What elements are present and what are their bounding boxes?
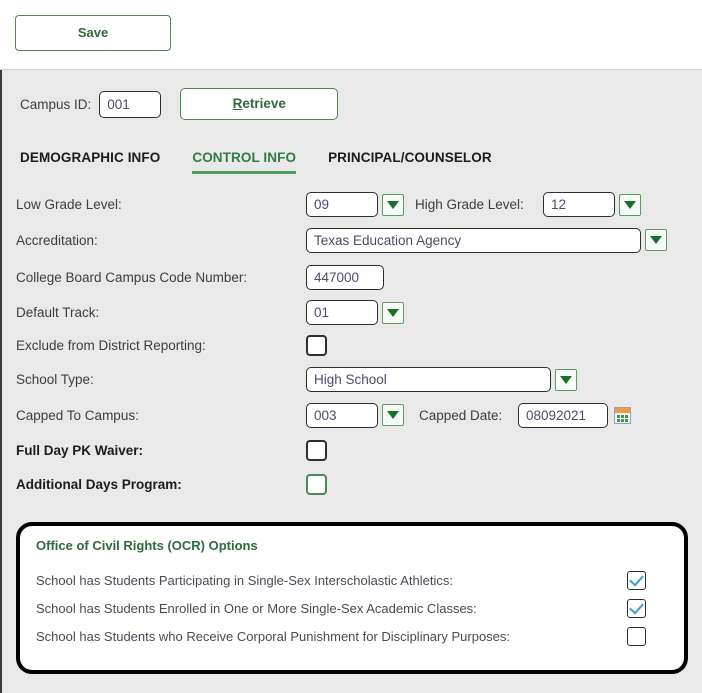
accreditation-dropdown-icon[interactable]	[645, 229, 667, 251]
exclude-district-reporting-row: Exclude from District Reporting:	[2, 329, 702, 362]
ocr-corporal-punishment-checkbox[interactable]	[627, 627, 646, 646]
retrieve-accel-letter: R	[232, 96, 243, 111]
capped-date-field	[518, 402, 631, 428]
campus-control-info-page: Save Campus ID: Retrieve DEMOGRAPHIC INF…	[0, 0, 702, 693]
tab-bar: DEMOGRAPHIC INFO CONTROL INFO PRINCIPAL/…	[20, 150, 524, 174]
high-grade-level-dropdown-icon[interactable]	[619, 193, 641, 216]
ocr-options-box: Office of Civil Rights (OCR) Options Sch…	[16, 522, 688, 674]
retrieve-label-rest: etrieve	[242, 96, 286, 111]
calendar-icon-header	[615, 407, 630, 413]
default-track-label: Default Track:	[16, 305, 100, 320]
exclude-district-reporting-field	[306, 335, 327, 356]
exclude-district-reporting-label: Exclude from District Reporting:	[16, 338, 206, 353]
college-board-field	[306, 265, 384, 290]
school-type-row: School Type:	[2, 362, 702, 397]
grade-level-row: Low Grade Level: High Grade Level:	[2, 188, 702, 221]
chevron-down-icon	[650, 236, 662, 244]
default-track-row: Default Track:	[2, 296, 702, 329]
tab-principal-counselor[interactable]: PRINCIPAL/COUNSELOR	[328, 150, 492, 174]
ocr-options-title: Office of Civil Rights (OCR) Options	[36, 538, 258, 553]
accreditation-row: Accreditation:	[2, 221, 702, 259]
campus-id-input[interactable]	[99, 90, 162, 118]
capped-to-campus-row: Capped To Campus: Capped Date:	[2, 397, 702, 433]
ocr-corporal-punishment-label: School has Students who Receive Corporal…	[36, 629, 511, 644]
main-panel: Campus ID: Retrieve DEMOGRAPHIC INFO CON…	[0, 70, 702, 693]
additional-days-program-checkbox[interactable]	[306, 473, 327, 495]
capped-to-campus-dropdown-icon[interactable]	[382, 404, 404, 426]
additional-days-program-field	[306, 473, 327, 495]
capped-date-label: Capped Date:	[419, 407, 503, 423]
school-type-dropdown-icon[interactable]	[555, 368, 577, 391]
calendar-icon-body	[616, 413, 629, 422]
campus-id-label: Campus ID:	[20, 96, 92, 112]
ocr-athletics-checkbox[interactable]	[627, 571, 646, 590]
full-day-pk-waiver-checkbox[interactable]	[306, 439, 327, 461]
accreditation-field	[306, 227, 667, 253]
additional-days-program-row: Additional Days Program:	[2, 467, 702, 501]
campus-id-row: Campus ID: Retrieve	[20, 88, 339, 120]
accreditation-input[interactable]	[306, 227, 641, 253]
capped-to-campus-field	[306, 402, 404, 428]
school-type-label: School Type:	[16, 372, 94, 387]
calendar-icon[interactable]	[614, 406, 631, 424]
chevron-down-icon	[387, 308, 399, 317]
ocr-row-athletics: School has Students Participating in Sin…	[36, 568, 646, 593]
school-type-input[interactable]	[306, 367, 551, 392]
low-grade-level-label: Low Grade Level:	[16, 197, 122, 212]
full-day-pk-waiver-row: Full Day PK Waiver:	[2, 433, 702, 467]
additional-days-program-label: Additional Days Program:	[16, 476, 182, 492]
exclude-district-reporting-checkbox[interactable]	[306, 335, 327, 356]
tab-control-info[interactable]: CONTROL INFO	[192, 150, 297, 174]
high-grade-level-field	[543, 192, 641, 217]
ocr-row-corporal-punishment: School has Students who Receive Corporal…	[36, 624, 646, 649]
chevron-down-icon	[387, 411, 399, 419]
capped-to-campus-input[interactable]	[306, 402, 378, 428]
chevron-down-icon	[387, 200, 399, 209]
default-track-field	[306, 300, 404, 325]
tab-demographic-info[interactable]: DEMOGRAPHIC INFO	[20, 150, 160, 174]
low-grade-level-dropdown-icon[interactable]	[382, 193, 404, 216]
chevron-down-icon	[624, 200, 636, 209]
full-day-pk-waiver-field	[306, 439, 327, 461]
ocr-row-academic-classes: School has Students Enrolled in One or M…	[36, 596, 646, 621]
save-button[interactable]: Save	[15, 15, 171, 51]
school-type-field	[306, 367, 577, 392]
high-grade-level-label: High Grade Level:	[415, 197, 524, 212]
ocr-academic-classes-label: School has Students Enrolled in One or M…	[36, 601, 477, 616]
control-info-form: Low Grade Level: High Grade Level: Accre…	[2, 188, 702, 501]
ocr-academic-classes-checkbox[interactable]	[627, 599, 646, 618]
full-day-pk-waiver-label: Full Day PK Waiver:	[16, 442, 144, 458]
capped-date-input[interactable]	[518, 402, 608, 428]
chevron-down-icon	[560, 375, 572, 384]
low-grade-level-input[interactable]	[306, 192, 378, 217]
retrieve-button[interactable]: Retrieve	[180, 88, 339, 120]
college-board-label: College Board Campus Code Number:	[16, 270, 248, 285]
accreditation-label: Accreditation:	[16, 232, 98, 248]
default-track-dropdown-icon[interactable]	[382, 301, 404, 324]
ocr-athletics-label: School has Students Participating in Sin…	[36, 573, 453, 588]
capped-to-campus-label: Capped To Campus:	[16, 407, 139, 423]
college-board-input[interactable]	[306, 265, 384, 290]
high-grade-level-input[interactable]	[543, 192, 615, 217]
low-grade-level-field	[306, 192, 404, 217]
college-board-row: College Board Campus Code Number:	[2, 259, 702, 296]
check-icon	[629, 571, 644, 587]
check-icon	[629, 599, 644, 615]
top-toolbar: Save	[0, 0, 702, 70]
default-track-input[interactable]	[306, 300, 378, 325]
